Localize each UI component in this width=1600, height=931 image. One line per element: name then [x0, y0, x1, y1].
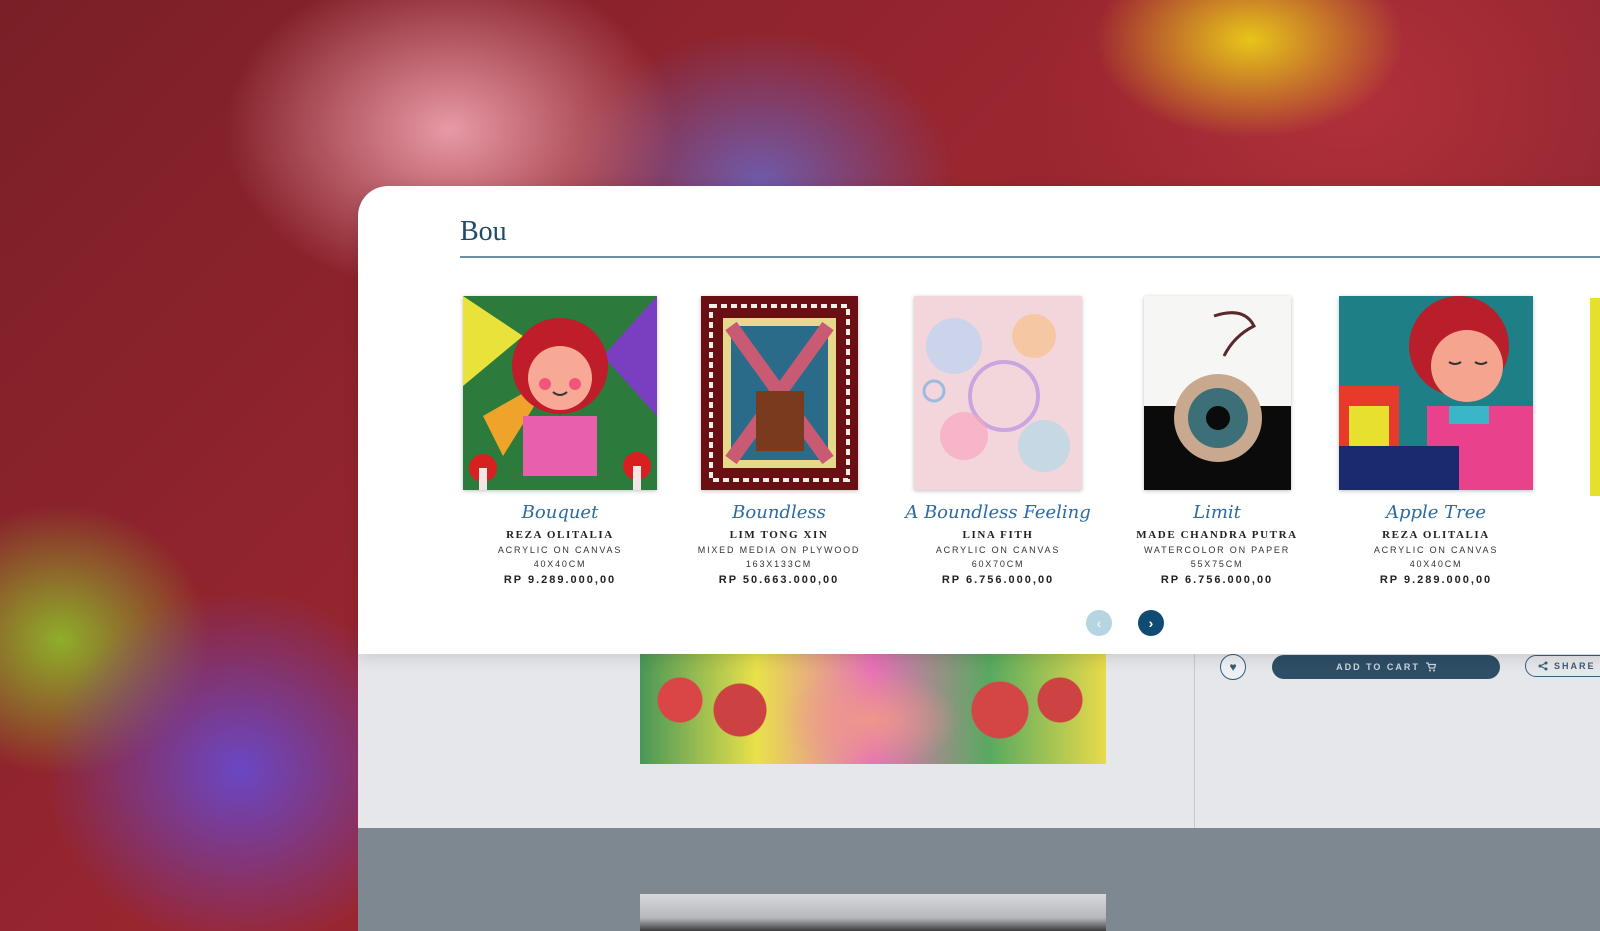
share-label: SHARE [1554, 661, 1596, 671]
add-to-cart-label: ADD TO CART [1336, 662, 1420, 672]
carousel-prev-button[interactable]: ‹ [1086, 610, 1112, 636]
artwork-medium: ACRYLIC ON CANVAS [1373, 545, 1499, 555]
result-card[interactable]: Bouquet REZA OLITALIA ACRYLIC ON CANVAS … [448, 296, 672, 586]
artwork-title[interactable]: Bouquet [448, 502, 672, 523]
artwork-medium: MIXED MEDIA ON PLYWOOD [697, 545, 861, 555]
artwork-size: 40X40CM [1409, 559, 1463, 569]
artist-name: REZA OLITALIA [1382, 529, 1490, 541]
add-to-cart-button[interactable]: ADD TO CART [1272, 655, 1500, 679]
column-divider [1194, 640, 1195, 828]
search-query[interactable]: Bou [460, 216, 507, 248]
artwork-size: 55X75CM [1190, 559, 1244, 569]
artwork-size: 163X133CM [745, 559, 813, 569]
artwork-thumbnail[interactable] [463, 296, 657, 490]
artwork-thumbnail[interactable] [1339, 296, 1533, 490]
artwork-medium: ACRYLIC ON CANVAS [935, 545, 1061, 555]
wishlist-button[interactable]: ♥ [1220, 654, 1246, 680]
heart-icon: ♥ [1229, 660, 1237, 674]
chevron-left-icon: ‹ [1096, 615, 1102, 631]
artwork-thumbnail[interactable] [1143, 296, 1291, 490]
artwork-price: RP 9.289.000,00 [503, 574, 617, 586]
product-artwork-image [640, 640, 1106, 764]
chevron-right-icon: › [1148, 615, 1154, 631]
artwork-medium: ACRYLIC ON CANVAS [497, 545, 623, 555]
artwork-title[interactable]: Boundless [667, 502, 891, 523]
product-page: ♥ ADD TO CART SHARE [358, 640, 1600, 931]
artist-name: LINA FITH [962, 529, 1034, 541]
artwork-title[interactable]: Limit [1105, 502, 1329, 523]
carousel-next-button[interactable]: › [1138, 610, 1164, 636]
artwork-medium: WATERCOLOR ON PAPER [1143, 545, 1291, 555]
artwork-price: RP 9.289.000,00 [1379, 574, 1493, 586]
artwork-title[interactable]: Apple Tree [1324, 502, 1548, 523]
search-modal: Bou Bouquet REZA OLITALIA ACRYLIC ON CAN… [358, 186, 1600, 654]
artwork-thumbnail[interactable] [700, 296, 858, 490]
result-card[interactable]: Apple Tree REZA OLITALIA ACRYLIC ON CANV… [1324, 296, 1548, 586]
result-card[interactable]: A Boundless Feeling LINA FITH ACRYLIC ON… [886, 296, 1110, 586]
artist-name: LIM TONG XIN [729, 529, 829, 541]
share-icon [1538, 661, 1548, 671]
artwork-title[interactable]: A Boundless Feeling [886, 502, 1110, 523]
result-card[interactable]: Boundless LIM TONG XIN MIXED MEDIA ON PL… [667, 296, 891, 586]
artwork-size: 60X70CM [971, 559, 1025, 569]
artwork-price: RP 50.663.000,00 [718, 574, 840, 586]
artwork-price: RP 6.756.000,00 [941, 574, 1055, 586]
result-card[interactable]: Limit MADE CHANDRA PUTRA WATERCOLOR ON P… [1105, 296, 1329, 586]
artwork-size: 40X40CM [533, 559, 587, 569]
artist-name: REZA OLITALIA [506, 529, 614, 541]
cart-icon [1425, 662, 1436, 672]
artist-name: MADE CHANDRA PUTRA [1136, 529, 1298, 541]
search-underline [460, 256, 1600, 258]
artist-photo [640, 894, 1106, 931]
artwork-price: RP 6.756.000,00 [1160, 574, 1274, 586]
next-result-thumbnail-partial[interactable] [1590, 298, 1600, 496]
share-button[interactable]: SHARE [1525, 655, 1600, 677]
artwork-thumbnail[interactable] [914, 296, 1082, 490]
